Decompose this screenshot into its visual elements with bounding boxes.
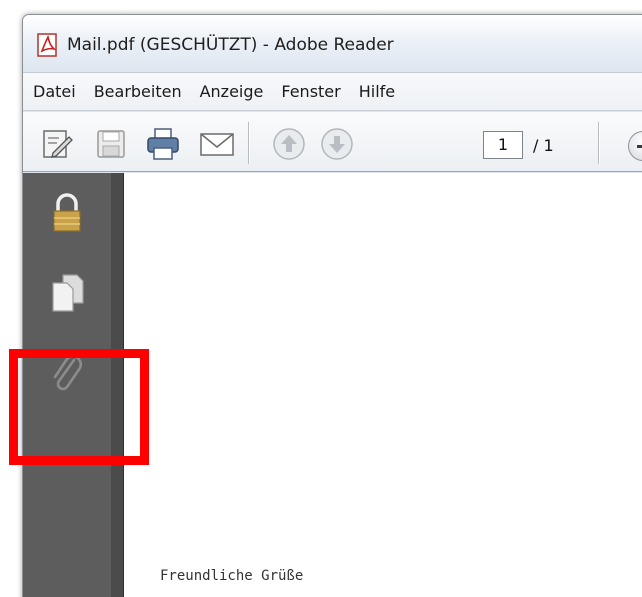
previous-page-button[interactable] bbox=[271, 126, 307, 162]
next-page-button[interactable] bbox=[319, 126, 355, 162]
print-icon bbox=[147, 128, 179, 160]
toolbar: 1 / 1 bbox=[23, 112, 642, 172]
window-title: Mail.pdf (GESCHÜTZT) - Adobe Reader bbox=[67, 35, 394, 55]
save-button[interactable] bbox=[93, 126, 129, 162]
document-view[interactable] bbox=[123, 173, 642, 597]
email-icon bbox=[200, 133, 234, 156]
title-bar: Mail.pdf (GESCHÜTZT) - Adobe Reader bbox=[23, 15, 642, 73]
menu-hilfe[interactable]: Hilfe bbox=[359, 82, 395, 101]
menu-bearbeiten[interactable]: Bearbeiten bbox=[94, 82, 182, 101]
page-thumbnails-button[interactable] bbox=[47, 271, 87, 315]
menu-datei[interactable]: Datei bbox=[33, 82, 76, 101]
next-page-icon bbox=[321, 128, 353, 160]
edit-document-icon bbox=[43, 130, 73, 158]
previous-page-icon bbox=[273, 128, 305, 160]
edit-document-button[interactable] bbox=[39, 126, 75, 162]
menu-fenster[interactable]: Fenster bbox=[281, 82, 340, 101]
email-button[interactable] bbox=[199, 126, 235, 162]
save-icon bbox=[97, 130, 125, 158]
page-number-input[interactable]: 1 bbox=[483, 131, 523, 159]
adobe-reader-window: Mail.pdf (GESCHÜTZT) - Adobe Reader Date… bbox=[22, 14, 642, 597]
lock-icon bbox=[53, 193, 81, 232]
toolbar-separator bbox=[598, 122, 599, 164]
menu-anzeige[interactable]: Anzeige bbox=[200, 82, 264, 101]
document-text: Freundliche Grüße bbox=[160, 568, 304, 584]
pages-icon bbox=[52, 274, 84, 312]
toolbar-separator bbox=[248, 122, 249, 164]
menu-bar: Datei Bearbeiten Anzeige Fenster Hilfe bbox=[23, 73, 642, 111]
security-settings-button[interactable] bbox=[47, 191, 87, 235]
print-button[interactable] bbox=[145, 126, 181, 162]
zoom-out-button[interactable] bbox=[628, 131, 642, 161]
pdf-file-icon bbox=[37, 33, 57, 57]
page-total: / 1 bbox=[533, 136, 554, 155]
attachment-highlight-box bbox=[9, 349, 149, 465]
